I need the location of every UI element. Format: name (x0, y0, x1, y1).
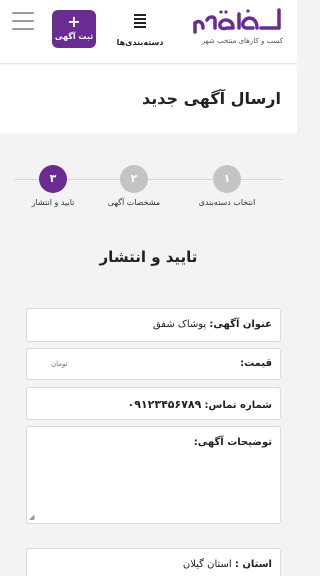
province-key: استان : (234, 559, 272, 570)
review-description-field: توضیحات آگهی: ◢ (26, 426, 281, 524)
review-price-field: قیمت: تومان (26, 348, 281, 380)
step-2-dot: ۲ (120, 165, 148, 193)
title-key: عنوان آگهی: (209, 319, 272, 330)
step-2-label: مشخصات آگهی (107, 198, 161, 207)
section-title: تایید و انتشار (99, 248, 198, 266)
step-1-label: انتخاب دسته‌بندی (198, 198, 256, 207)
progress-stepper: ۱ انتخاب دسته‌بندی ۲ مشخصات آگهی ۳ تایید… (0, 165, 297, 215)
site-header: + ثبت آگهی دسته‌بندی‌ها کسب و کارهای منت… (0, 0, 297, 64)
logo-tagline: کسب و کارهای منتخب شهر (201, 37, 283, 45)
description-key: توضیحات آگهی: (193, 437, 272, 448)
step-3: ۳ تایید و انتشار (13, 165, 93, 207)
plus-icon: + (67, 12, 81, 31)
logo-mark (193, 8, 281, 34)
review-title-field: عنوان آگهی: پوشاک شفق (26, 308, 281, 342)
price-unit: تومان (51, 360, 68, 368)
hamburger-menu-icon[interactable] (12, 12, 34, 30)
phone-key: شماره تماس: (204, 400, 272, 411)
post-ad-button[interactable]: + ثبت آگهی (52, 10, 96, 48)
categories-label: دسته‌بندی‌ها (116, 38, 164, 47)
step-2: ۲ مشخصات آگهی (94, 165, 174, 207)
site-logo[interactable]: کسب و کارهای منتخب شهر (179, 6, 283, 45)
page-title: ارسال آگهی جدید (141, 89, 281, 108)
step-1: ۱ انتخاب دسته‌بندی (187, 165, 267, 207)
step-1-dot: ۱ (213, 165, 241, 193)
review-province-field: استان : استان گیلان (26, 548, 281, 576)
resize-handle-icon[interactable]: ◢ (29, 513, 34, 521)
step-3-dot: ۳ (39, 165, 67, 193)
review-phone-field: شماره تماس: ۰۹۱۲۳۴۵۶۷۸۹ (26, 387, 281, 420)
step-3-label: تایید و انتشار (31, 198, 75, 207)
province-value: استان گیلان (182, 559, 232, 570)
title-value: پوشاک شفق (152, 319, 207, 330)
list-icon (134, 14, 146, 28)
categories-button[interactable]: دسته‌بندی‌ها (114, 14, 166, 49)
phone-value: ۰۹۱۲۳۴۵۶۷۸۹ (127, 398, 202, 411)
page-title-bar: ارسال آگهی جدید (0, 65, 297, 133)
post-ad-label: ثبت آگهی (54, 32, 94, 41)
price-key: قیمت: (240, 358, 272, 369)
